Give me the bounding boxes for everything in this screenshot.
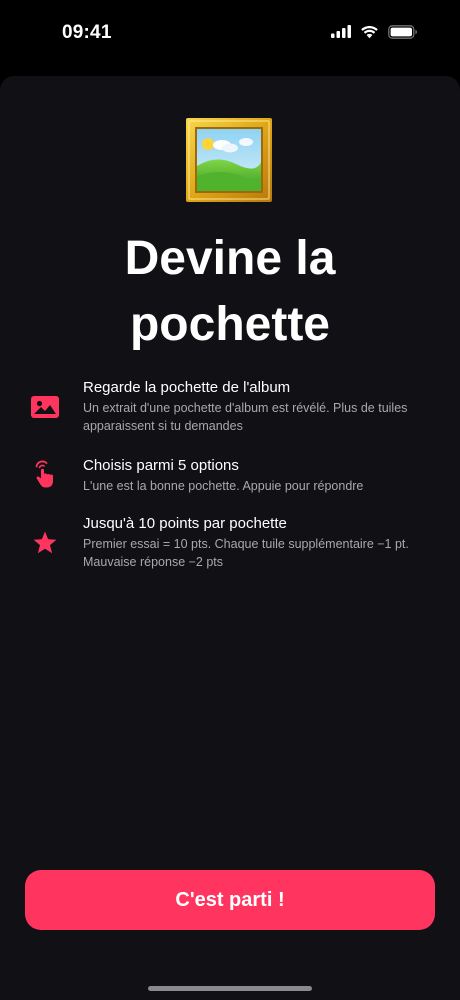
page-title: Devine la pochette bbox=[0, 226, 460, 358]
feature-description: Premier essai = 10 pts. Chaque tuile sup… bbox=[83, 537, 409, 569]
feature-text: Choisis parmi 5 options L'une est la bon… bbox=[83, 456, 443, 495]
status-bar: 09:41 bbox=[0, 0, 460, 70]
star-icon bbox=[30, 528, 60, 558]
wifi-icon bbox=[360, 25, 379, 44]
tap-hand-icon bbox=[30, 458, 60, 488]
feature-text: Regarde la pochette de l'album Un extrai… bbox=[83, 378, 443, 435]
home-indicator[interactable] bbox=[148, 986, 312, 991]
status-time: 09:41 bbox=[62, 22, 112, 43]
feature-text: Jusqu'à 10 points par pochette Premier e… bbox=[83, 514, 443, 571]
feature-description: Un extrait d'une pochette d'album est ré… bbox=[83, 401, 408, 433]
framed-picture-icon bbox=[186, 118, 272, 202]
title-line-1: Devine la bbox=[124, 232, 336, 285]
feature-title: Regarde la pochette de l'album bbox=[83, 379, 291, 396]
feature-title: Choisis parmi 5 options bbox=[83, 457, 239, 474]
feature-description: L'une est la bonne pochette. Appuie pour… bbox=[83, 479, 364, 493]
status-icons bbox=[331, 24, 418, 44]
title-line-2: pochette bbox=[129, 298, 330, 351]
start-button[interactable]: C'est parti ! bbox=[25, 870, 435, 930]
feature-title: Jusqu'à 10 points par pochette bbox=[83, 515, 287, 532]
cellular-signal-icon bbox=[331, 25, 351, 43]
image-icon bbox=[30, 392, 60, 422]
battery-icon bbox=[388, 24, 418, 44]
